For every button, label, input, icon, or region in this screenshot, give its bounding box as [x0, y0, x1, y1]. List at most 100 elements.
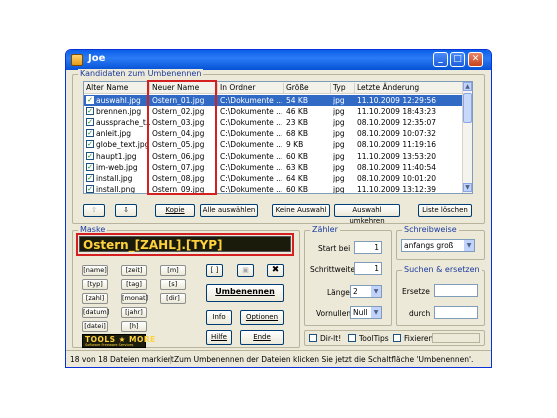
- col-alter-name[interactable]: Alter Name: [84, 83, 150, 94]
- alter-name-cell: auswahl.jpg: [96, 95, 141, 105]
- token-dir-button[interactable]: [dir]: [160, 293, 186, 304]
- token-datei-button[interactable]: [datei]: [82, 321, 108, 332]
- row-checkbox[interactable]: ✓: [86, 173, 94, 182]
- token-monat-button[interactable]: [monat]: [121, 293, 148, 304]
- ersetze-input[interactable]: [434, 284, 478, 297]
- row-checkbox[interactable]: ✓: [86, 140, 94, 149]
- row-checkbox[interactable]: ✓: [86, 95, 94, 104]
- tooltips-checkbox[interactable]: [348, 334, 356, 342]
- title-bar[interactable]: Joe _ □ ✕: [66, 50, 491, 70]
- row-checkbox[interactable]: ✓: [86, 106, 94, 115]
- auswahl-umkehren-button[interactable]: Auswahl umkehren: [334, 204, 400, 225]
- groesse-cell: 23 KB: [286, 117, 308, 127]
- alter-name-cell: im-web.jpg: [96, 162, 138, 172]
- scroll-down-icon[interactable]: ▼: [463, 183, 472, 192]
- kandidaten-label: Kandidaten zum Umbenennen: [78, 69, 204, 78]
- schreibweise-select[interactable]: anfangs groß ▼: [401, 239, 475, 252]
- move-up-button[interactable]: ⇧: [83, 204, 105, 217]
- token-tag-button[interactable]: [tag]: [121, 279, 147, 290]
- maske-input[interactable]: Ostern_[ZAHL].[TYP]: [79, 236, 291, 252]
- token-h-button[interactable]: [h]: [121, 321, 147, 332]
- table-row[interactable]: ✓ anleit.jpg Ostern_04.jpg C:\Dokumente ...…: [84, 129, 464, 140]
- vornullen-label: Vornullen: [316, 309, 352, 318]
- list-scrollbar[interactable]: ▲ ▼: [462, 82, 472, 193]
- col-in-ordner[interactable]: In Ordner: [218, 83, 284, 94]
- alter-name-cell: haupt1.jpg: [96, 151, 137, 161]
- table-row[interactable]: ✓ install.jpg Ostern_08.jpg C:\Dokumente ..…: [84, 173, 464, 184]
- row-checkbox[interactable]: ✓: [86, 129, 94, 138]
- hilfe-button[interactable]: Hilfe: [206, 330, 232, 345]
- ende-button[interactable]: Ende: [240, 330, 284, 345]
- minimize-button[interactable]: _: [433, 52, 448, 67]
- app-icon: [71, 54, 83, 66]
- ordner-cell: C:\Dokumente ...: [220, 173, 282, 183]
- kopie-button[interactable]: Kopie: [155, 204, 195, 217]
- typ-cell: jpg: [333, 162, 345, 172]
- scroll-up-icon[interactable]: ▲: [463, 82, 472, 91]
- optionen-button[interactable]: Optionen: [240, 310, 284, 325]
- datum-cell: 08.10.2009 10:07:32: [357, 129, 437, 139]
- token-datum-button[interactable]: [datum]: [82, 307, 109, 318]
- chevron-down-icon[interactable]: ▼: [371, 286, 381, 297]
- table-row[interactable]: ✓ aussprache_t... Ostern_03.jpg C:\Dokument…: [84, 117, 464, 128]
- tooltips-label: ToolTips: [359, 334, 389, 343]
- progress-field: [432, 333, 480, 343]
- table-row[interactable]: ✓ haupt1.jpg Ostern_06.jpg C:\Dokumente ...…: [84, 151, 464, 162]
- row-checkbox[interactable]: ✓: [86, 117, 94, 126]
- groesse-cell: 46 KB: [286, 106, 308, 116]
- list-header: Alter Name Neuer Name In Ordner Größe Ty…: [84, 82, 464, 94]
- token-name-button[interactable]: [name]: [82, 265, 108, 276]
- token-zeit-button[interactable]: [zeit]: [121, 265, 147, 276]
- datum-cell: 08.10.2009 11:19:16: [357, 140, 437, 150]
- close-window-button[interactable]: ✕: [468, 52, 483, 67]
- liste-loeschen-button[interactable]: Liste löschen: [418, 204, 472, 217]
- row-checkbox[interactable]: ✓: [86, 162, 94, 171]
- token-m-button[interactable]: [m]: [160, 265, 186, 276]
- table-row[interactable]: ✓ brennen.jpg Ostern_02.jpg C:\Dokumente ..…: [84, 106, 464, 117]
- token-zahl-button[interactable]: [zahl]: [82, 293, 108, 304]
- file-list[interactable]: Alter Name Neuer Name In Ordner Größe Ty…: [83, 81, 473, 194]
- token-s-button[interactable]: [s]: [160, 279, 186, 290]
- col-letzte-aenderung[interactable]: Letzte Änderung: [355, 83, 464, 94]
- info-button[interactable]: Info: [206, 310, 232, 325]
- move-down-button[interactable]: ⇩: [115, 204, 137, 217]
- umbenennen-button[interactable]: Umbenennen: [206, 284, 284, 302]
- vornullen-select[interactable]: Null ▼: [350, 306, 382, 319]
- groesse-cell: 9 KB: [286, 140, 304, 150]
- col-groesse[interactable]: Größe: [284, 83, 331, 94]
- row-checkbox[interactable]: ✓: [86, 151, 94, 160]
- zaehler-label: Zähler: [310, 225, 340, 234]
- chevron-down-icon[interactable]: ▼: [464, 240, 474, 251]
- table-row[interactable]: ✓ auswahl.jpg Ostern_01.jpg C:\Dokumente ..…: [84, 95, 464, 106]
- fixieren-checkbox[interactable]: [393, 334, 401, 342]
- table-row[interactable]: ✓ im-web.jpg Ostern_07.jpg C:\Dokumente ...…: [84, 162, 464, 173]
- typ-cell: jpg: [333, 129, 345, 139]
- save-mask-button[interactable]: ▣: [237, 264, 254, 277]
- start-label: Start bei: [318, 244, 351, 253]
- maximize-button[interactable]: □: [450, 52, 465, 67]
- laenge-select[interactable]: 2 ▼: [350, 285, 382, 298]
- dirlt-checkbox[interactable]: [309, 334, 317, 342]
- start-input[interactable]: 1: [354, 241, 382, 254]
- typ-cell: jpg: [333, 106, 345, 116]
- alter-name-cell: install.jpg: [96, 173, 133, 183]
- schritt-input[interactable]: 1: [354, 262, 382, 275]
- token-jahr-button[interactable]: [jahr]: [121, 307, 147, 318]
- table-row[interactable]: ✓ install.png Ostern_09.jpg C:\Dokumente ..…: [84, 185, 464, 193]
- laenge-label: Länge: [327, 288, 350, 297]
- token-typ-button[interactable]: [typ]: [82, 279, 108, 290]
- ordner-cell: C:\Dokumente ...: [220, 140, 282, 150]
- clear-mask-button[interactable]: ✖: [267, 264, 284, 277]
- datum-cell: 11.10.2009 12:29:56: [357, 95, 437, 105]
- row-checkbox[interactable]: ✓: [86, 185, 94, 193]
- status-bar: 18 von 18 Dateien markiert Zum Umbenenne…: [66, 350, 491, 367]
- chevron-down-icon[interactable]: ▼: [371, 307, 381, 318]
- col-typ[interactable]: Typ: [331, 83, 355, 94]
- durch-input[interactable]: [434, 306, 478, 319]
- alle-auswaehlen-button[interactable]: Alle auswählen: [200, 204, 258, 217]
- neuer-name-highlight: [147, 80, 217, 195]
- table-row[interactable]: ✓ globe_text.jpg Ostern_05.jpg C:\Dokumente…: [84, 140, 464, 151]
- brackets-button[interactable]: [ ]: [206, 264, 223, 277]
- keine-auswahl-button[interactable]: Keine Auswahl: [272, 204, 330, 217]
- scroll-thumb[interactable]: [463, 93, 472, 123]
